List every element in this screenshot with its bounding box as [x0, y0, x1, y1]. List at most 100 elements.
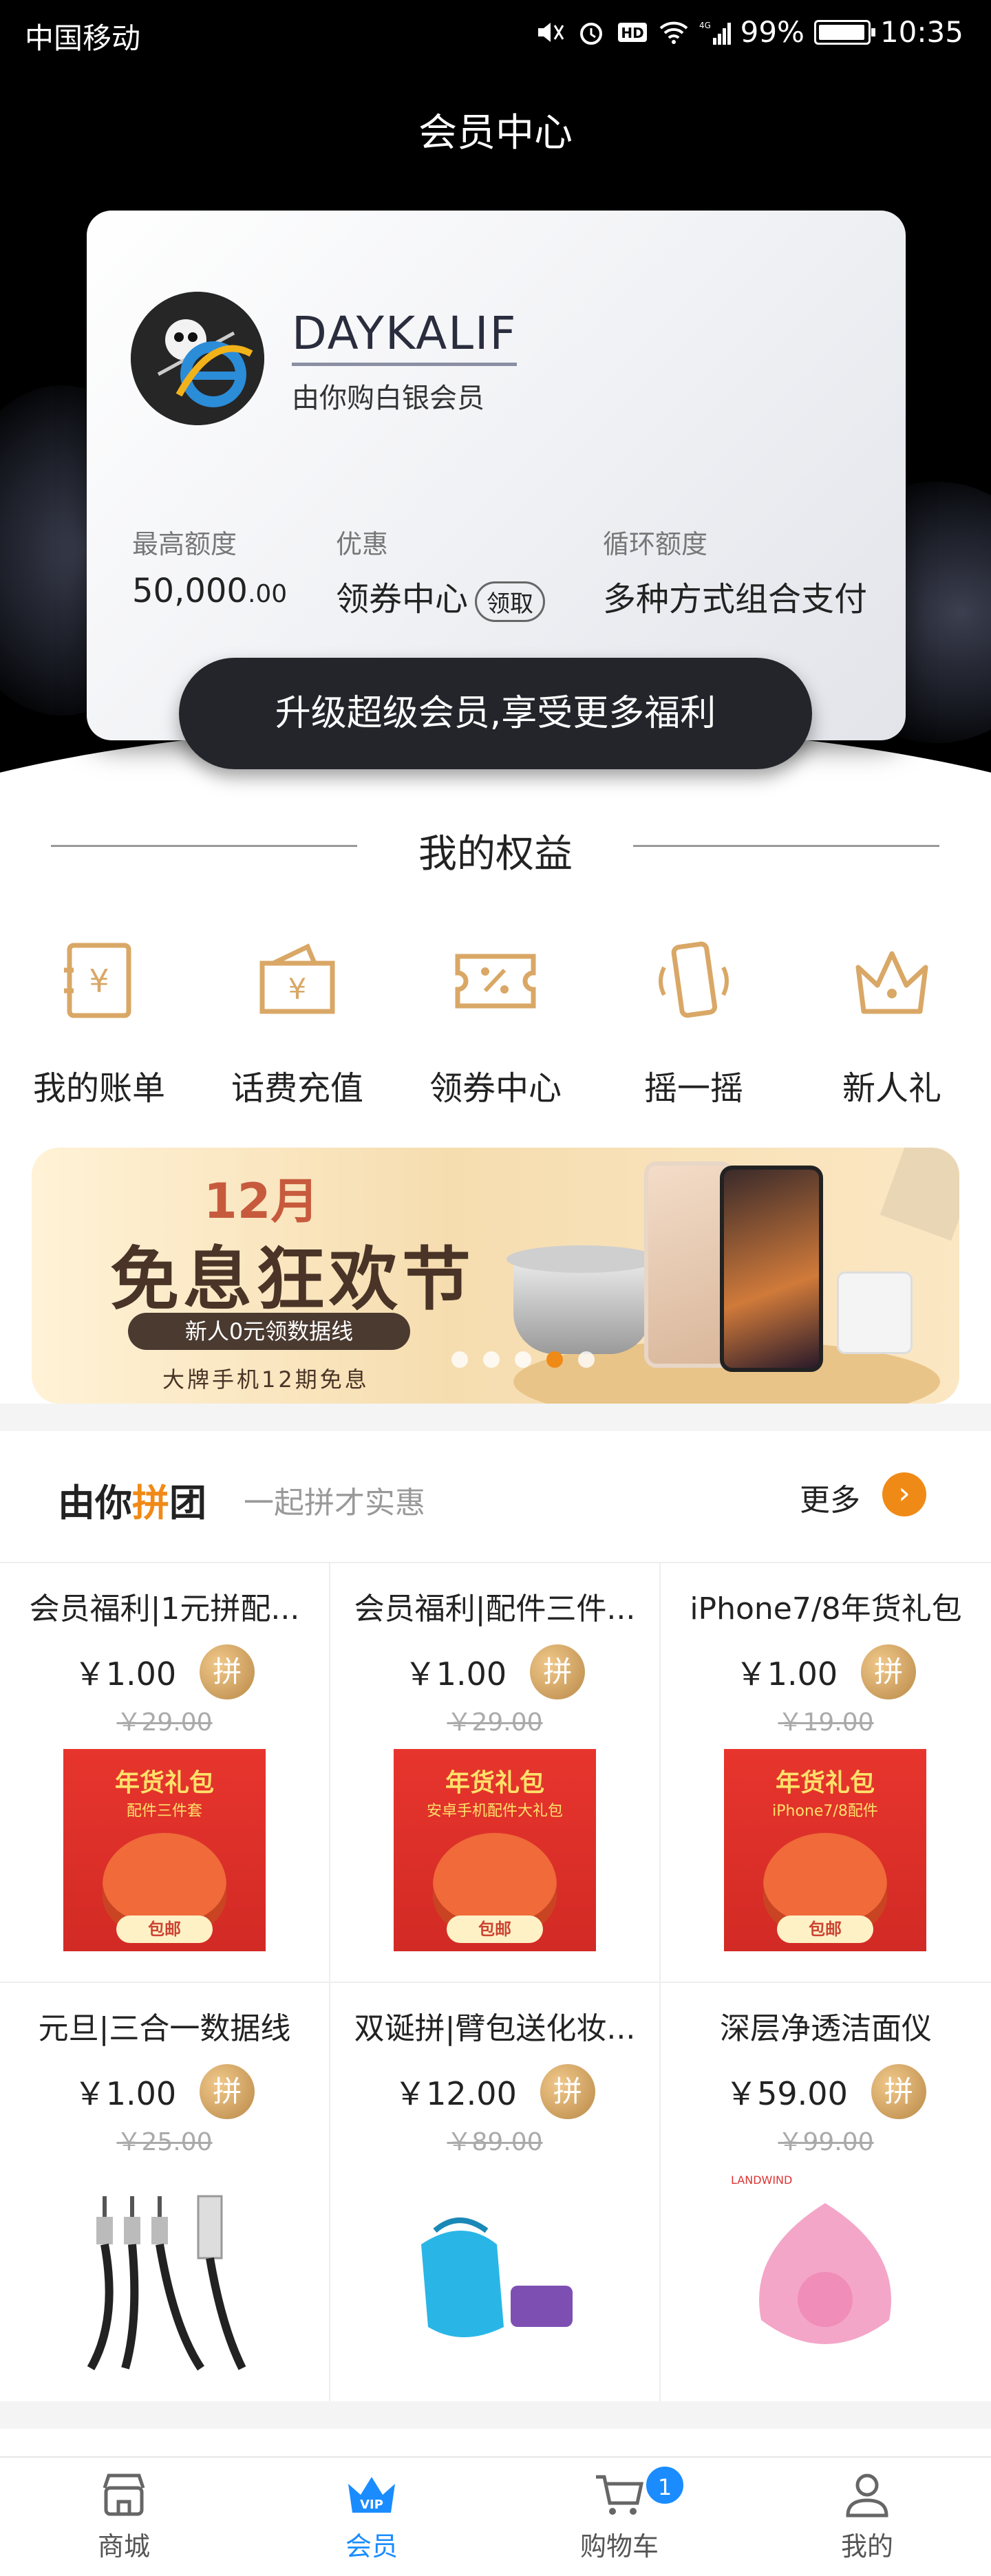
tab-cart[interactable]: 1 购物车: [496, 2458, 743, 2576]
product-name: 元旦|三合一数据线: [38, 2011, 291, 2046]
tab-vip[interactable]: VIP 会员: [248, 2458, 496, 2576]
benefit-newcomer-gift[interactable]: 新人礼: [793, 936, 991, 1109]
tab-store[interactable]: 商城: [0, 2458, 248, 2576]
tab-me[interactable]: 我的: [743, 2458, 991, 2576]
product-image: LANDWIND: [731, 2174, 892, 2344]
cart-count-badge: 1: [644, 2465, 685, 2506]
group-buy-badge[interactable]: 拼: [200, 2064, 255, 2119]
wifi-icon: [659, 21, 688, 44]
banner-pot-image: [507, 1245, 658, 1354]
hd-icon: HD: [617, 22, 647, 42]
product-name: iPhone7/8年货礼包: [690, 1591, 962, 1627]
pagination-dot[interactable]: [451, 1351, 468, 1368]
product-image: 年货礼包 配件三件套 包邮: [63, 1749, 266, 1951]
product-name: 会员福利|1元拼配...: [29, 1591, 300, 1627]
tab-label: 会员: [345, 2531, 398, 2562]
pagination-dot-active[interactable]: [546, 1351, 563, 1368]
section-gap: [0, 1404, 991, 1431]
stat-value: 50,000.00: [132, 572, 288, 610]
banner-month: 12月: [204, 1173, 319, 1230]
banner-title: 免息狂欢节: [110, 1239, 475, 1320]
stat-label: 优惠: [336, 529, 389, 559]
section-gap: [0, 2401, 991, 2429]
store-icon: [103, 2473, 145, 2516]
member-level: 由你购白银会员: [292, 383, 484, 414]
pagination-dot[interactable]: [515, 1351, 531, 1368]
battery-percent: 99%: [740, 15, 804, 49]
product-card[interactable]: iPhone7/8年货礼包 ￥1.00 拼 ￥19.00 年货礼包 iPhone7/…: [661, 1563, 991, 1983]
group-buy-badge[interactable]: 拼: [200, 1644, 255, 1699]
chevron-right-icon[interactable]: ›: [882, 1472, 926, 1516]
signal-icon: 4G: [699, 21, 731, 45]
original-price: ￥29.00: [447, 1708, 543, 1737]
user-icon: [846, 2473, 888, 2518]
product-price: ￥1.00: [74, 2075, 177, 2112]
claim-button[interactable]: 领取: [475, 581, 546, 622]
original-price: ￥89.00: [447, 2128, 543, 2156]
recharge-icon: ¥: [259, 943, 335, 1014]
product-card[interactable]: 元旦|三合一数据线 ￥1.00 拼 ￥25.00: [0, 1983, 330, 2403]
bottom-tab-bar: 商城 VIP 会员 1 购物车 我的: [0, 2456, 991, 2576]
banner-gift-image: [880, 1148, 959, 1241]
product-card[interactable]: 会员福利|配件三件... ￥1.00 拼 ￥29.00 年货礼包 安卓手机配件大礼包…: [330, 1563, 661, 1983]
original-price: ￥29.00: [116, 1708, 213, 1737]
original-price: ￥99.00: [778, 2128, 874, 2156]
original-price: ￥19.00: [778, 1708, 874, 1737]
product-price: ￥1.00: [404, 1655, 507, 1693]
benefit-recharge[interactable]: ¥ 话费充值: [198, 936, 396, 1109]
svg-text:¥: ¥: [288, 972, 307, 1006]
stat-max-limit: 最高额度 50,000.00: [132, 523, 287, 610]
tab-label: 我的: [840, 2531, 893, 2562]
upgrade-member-button[interactable]: 升级超级会员,享受更多福利: [179, 658, 812, 769]
banner-pagination[interactable]: [451, 1351, 595, 1368]
svg-text:¥: ¥: [89, 963, 109, 1000]
group-buy-subtitle: 一起拼才实惠: [244, 1485, 425, 1521]
cart-icon: [596, 2475, 644, 2515]
group-buy-badge[interactable]: 拼: [861, 1644, 917, 1699]
shake-icon: [659, 941, 729, 1018]
benefit-label: 话费充值: [231, 1069, 363, 1108]
carrier-name: 中国移动: [25, 21, 141, 55]
stat-revolving-limit: 循环额度 多种方式组合支付: [603, 523, 867, 620]
status-bar: 中国移动 HD 4G 99% 10:35: [0, 0, 991, 66]
stat-value: 领券中心 领取: [336, 572, 546, 622]
group-buy-badge[interactable]: 拼: [871, 2064, 926, 2119]
product-grid: 会员福利|1元拼配... ￥1.00 拼 ￥29.00 年货礼包 配件三件套 包邮 …: [0, 1562, 991, 2403]
benefits-title: 我的权益: [418, 832, 573, 877]
product-name: 会员福利|配件三件...: [354, 1591, 636, 1627]
avatar[interactable]: [131, 292, 264, 425]
product-image: [87, 2195, 246, 2371]
bill-icon: ¥: [64, 943, 131, 1018]
more-link[interactable]: 更多: [800, 1475, 860, 1519]
promo-banner[interactable]: 12月 免息狂欢节 新人0元领数据线 大牌手机12期免息: [32, 1148, 959, 1404]
banner-charger-image: [837, 1271, 913, 1354]
stat-value: 多种方式组合支付: [603, 580, 868, 619]
tab-label: 商城: [97, 2531, 150, 2562]
product-price: ￥1.00: [74, 1655, 177, 1693]
product-card[interactable]: 会员福利|1元拼配... ￥1.00 拼 ￥29.00 年货礼包 配件三件套 包邮: [0, 1563, 330, 1983]
product-card[interactable]: 双诞拼|臂包送化妆... ￥12.00 拼 ￥89.00: [330, 1983, 661, 2403]
product-card[interactable]: 深层净透洁面仪 ￥59.00 拼 ￥99.00 LANDWIND: [661, 1983, 991, 2403]
product-image: [421, 2218, 573, 2337]
group-buy-badge[interactable]: 拼: [540, 2064, 595, 2119]
username: DAYKALIF: [292, 307, 518, 366]
benefit-label: 我的账单: [32, 1069, 165, 1108]
pagination-dot[interactable]: [483, 1351, 500, 1368]
banner-tag: 新人0元领数据线: [128, 1313, 410, 1350]
svg-text:4G: 4G: [699, 21, 711, 30]
original-price: ￥25.00: [116, 2128, 213, 2156]
mute-icon: [537, 22, 564, 42]
banner-subtitle: 大牌手机12期免息: [162, 1366, 370, 1393]
benefit-coupon[interactable]: 领券中心: [396, 936, 595, 1109]
pagination-dot[interactable]: [578, 1351, 595, 1368]
crown-icon: [855, 951, 928, 1014]
product-price: ￥59.00: [725, 2075, 848, 2112]
product-price: ￥1.00: [735, 1655, 838, 1693]
benefits-list: ¥ 我的账单 ¥ 话费充值 领券中心 摇一摇 新人礼: [0, 936, 991, 1109]
benefit-shake[interactable]: 摇一摇: [595, 936, 793, 1109]
product-price: ￥12.00: [394, 2075, 517, 2112]
group-buy-badge[interactable]: 拼: [530, 1644, 586, 1699]
product-name: 双诞拼|臂包送化妆...: [354, 2011, 636, 2046]
benefit-bill[interactable]: ¥ 我的账单: [0, 936, 198, 1109]
battery-icon: [813, 19, 875, 45]
